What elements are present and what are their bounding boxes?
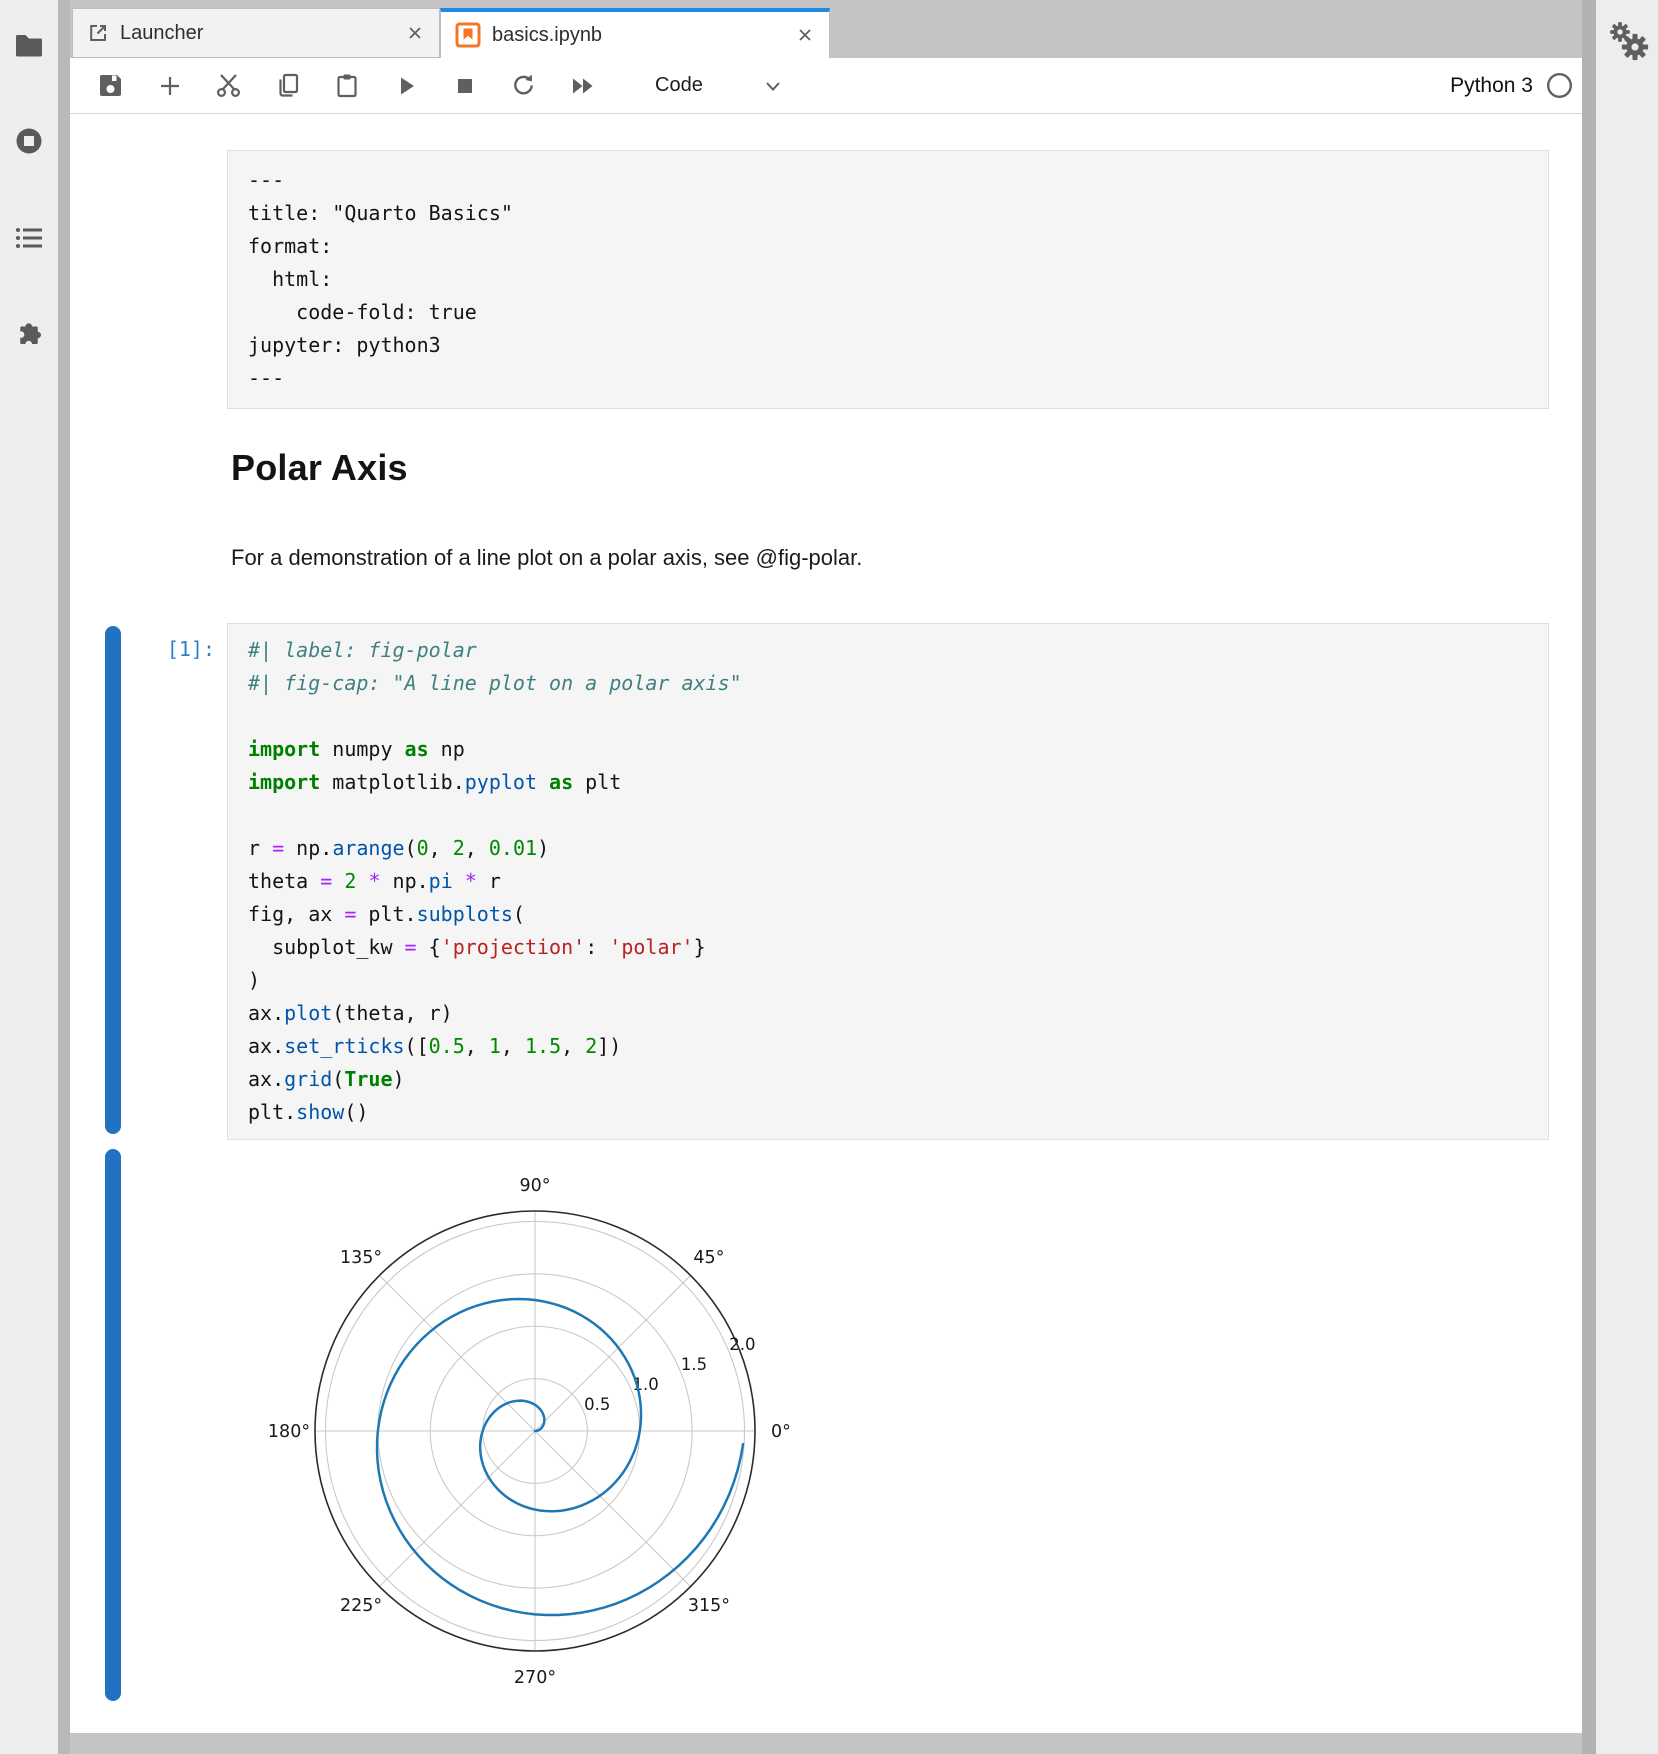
code-line: )	[248, 964, 1528, 997]
cell-type-label: Code	[655, 74, 703, 97]
notebook-scroll-area: ---title: "Quarto Basics"format: html: c…	[70, 115, 1582, 1733]
r-tick-label: 0.5	[584, 1395, 610, 1414]
add-icon	[157, 73, 183, 99]
code-line: ax.grid(True)	[248, 1063, 1528, 1096]
sidebar-panel-divider	[58, 0, 70, 1754]
left-sidebar	[0, 0, 58, 1754]
property-inspector-tab[interactable]	[1606, 20, 1652, 66]
notebook-toolbar: Code Python 3	[70, 58, 1582, 114]
code-line: plt.show()	[248, 1096, 1528, 1129]
fast-forward-icon	[569, 73, 597, 99]
kernel-name[interactable]: Python 3	[1450, 74, 1533, 98]
folder-icon	[14, 33, 44, 59]
extensions-puzzle-icon	[14, 319, 44, 349]
interrupt-kernel-button[interactable]	[450, 71, 479, 100]
theta-tick-label: 270°	[514, 1668, 556, 1688]
code-line: subplot_kw = {'projection': 'polar'}	[248, 931, 1528, 964]
notebook-panel: Code Python 3 ---title: "Quarto Basics"f…	[70, 58, 1582, 1733]
input-collapser[interactable]	[105, 626, 121, 1134]
paste-clipboard-icon	[334, 72, 360, 99]
output-collapser[interactable]	[105, 1149, 121, 1701]
code-line: r = np.arange(0, 2, 0.01)	[248, 832, 1528, 865]
run-play-icon	[393, 73, 419, 99]
close-icon[interactable]	[405, 23, 425, 43]
paste-cells-button[interactable]	[332, 71, 361, 100]
theta-tick-label: 0°	[771, 1422, 791, 1442]
table-of-contents-tab[interactable]	[13, 222, 45, 254]
raw-line: ---	[248, 164, 1528, 197]
kernel-status-idle-icon[interactable]	[1546, 72, 1573, 99]
theta-tick-label: 225°	[340, 1596, 382, 1616]
copy-icon	[275, 72, 301, 99]
right-sidebar	[1596, 0, 1658, 1754]
running-kernels-icon	[14, 126, 44, 156]
polar-plot-figure: 0°45°90°135°180°225°270°315°0.51.01.52.0	[250, 1151, 820, 1711]
code-line: import numpy as np	[248, 733, 1528, 766]
cut-cells-button[interactable]	[214, 71, 243, 100]
theta-tick-label: 90°	[519, 1176, 550, 1196]
output-area: 0°45°90°135°180°225°270°315°0.51.01.52.0	[250, 1151, 820, 1711]
code-line: #| label: fig-polar	[248, 634, 1528, 667]
code-line	[248, 700, 1528, 733]
tab-notebook-title: basics.ipynb	[492, 24, 784, 47]
run-cell-button[interactable]	[391, 71, 420, 100]
raw-line: code-fold: true	[248, 296, 1528, 329]
code-line	[248, 799, 1528, 832]
cut-scissors-icon	[215, 72, 242, 99]
raw-line: title: "Quarto Basics"	[248, 197, 1528, 230]
extensions-tab[interactable]	[13, 318, 45, 350]
theta-tick-label: 45°	[693, 1248, 724, 1268]
r-tick-label: 2.0	[729, 1335, 755, 1354]
code-line: fig, ax = plt.subplots(	[248, 898, 1528, 931]
tab-launcher[interactable]: Launcher	[72, 8, 440, 58]
theta-tick-label: 315°	[688, 1596, 730, 1616]
spiral-line	[377, 1299, 743, 1615]
save-icon	[97, 72, 124, 99]
code-cell-editor[interactable]: #| label: fig-polar#| fig-cap: "A line p…	[227, 623, 1549, 1140]
notebook-icon	[455, 22, 481, 48]
close-icon[interactable]	[795, 25, 815, 45]
execution-count: [1]:	[70, 633, 215, 666]
stop-icon	[452, 73, 478, 99]
chevron-down-icon	[761, 74, 785, 98]
code-line: theta = 2 * np.pi * r	[248, 865, 1528, 898]
raw-line: jupyter: python3	[248, 329, 1528, 362]
tab-notebook[interactable]: basics.ipynb	[440, 8, 830, 58]
raw-line: format:	[248, 230, 1528, 263]
code-line: import matplotlib.pyplot as plt	[248, 766, 1528, 799]
file-browser-tab[interactable]	[13, 30, 45, 62]
theta-tick-label: 180°	[268, 1422, 310, 1442]
code-line: ax.plot(theta, r)	[248, 997, 1528, 1030]
copy-cells-button[interactable]	[273, 71, 302, 100]
markdown-paragraph: For a demonstration of a line plot on a …	[231, 543, 1211, 573]
raw-line: html:	[248, 263, 1528, 296]
restart-kernel-button[interactable]	[509, 71, 538, 100]
code-line: #| fig-cap: "A line plot on a polar axis…	[248, 667, 1528, 700]
save-button[interactable]	[96, 71, 125, 100]
running-kernels-tab[interactable]	[13, 125, 45, 157]
r-tick-label: 1.5	[681, 1355, 707, 1374]
theta-tick-label: 135°	[340, 1248, 382, 1268]
panel-right-divider	[1582, 0, 1596, 1754]
jupyterlab-window: Launcher basics.ipynb	[0, 0, 1658, 1754]
code-line: ax.set_rticks([0.5, 1, 1.5, 2])	[248, 1030, 1528, 1063]
restart-run-all-button[interactable]	[568, 71, 597, 100]
insert-cell-button[interactable]	[155, 71, 184, 100]
raw-line: ---	[248, 362, 1528, 395]
launcher-icon	[87, 22, 109, 44]
cell-type-select[interactable]: Code	[655, 74, 785, 98]
raw-cell-editor[interactable]: ---title: "Quarto Basics"format: html: c…	[227, 150, 1549, 409]
restart-refresh-icon	[510, 72, 537, 99]
tab-launcher-title: Launcher	[120, 22, 394, 45]
property-inspector-gears-icon	[1606, 20, 1652, 66]
markdown-heading: Polar Axis	[231, 445, 408, 491]
table-of-contents-icon	[14, 225, 44, 251]
